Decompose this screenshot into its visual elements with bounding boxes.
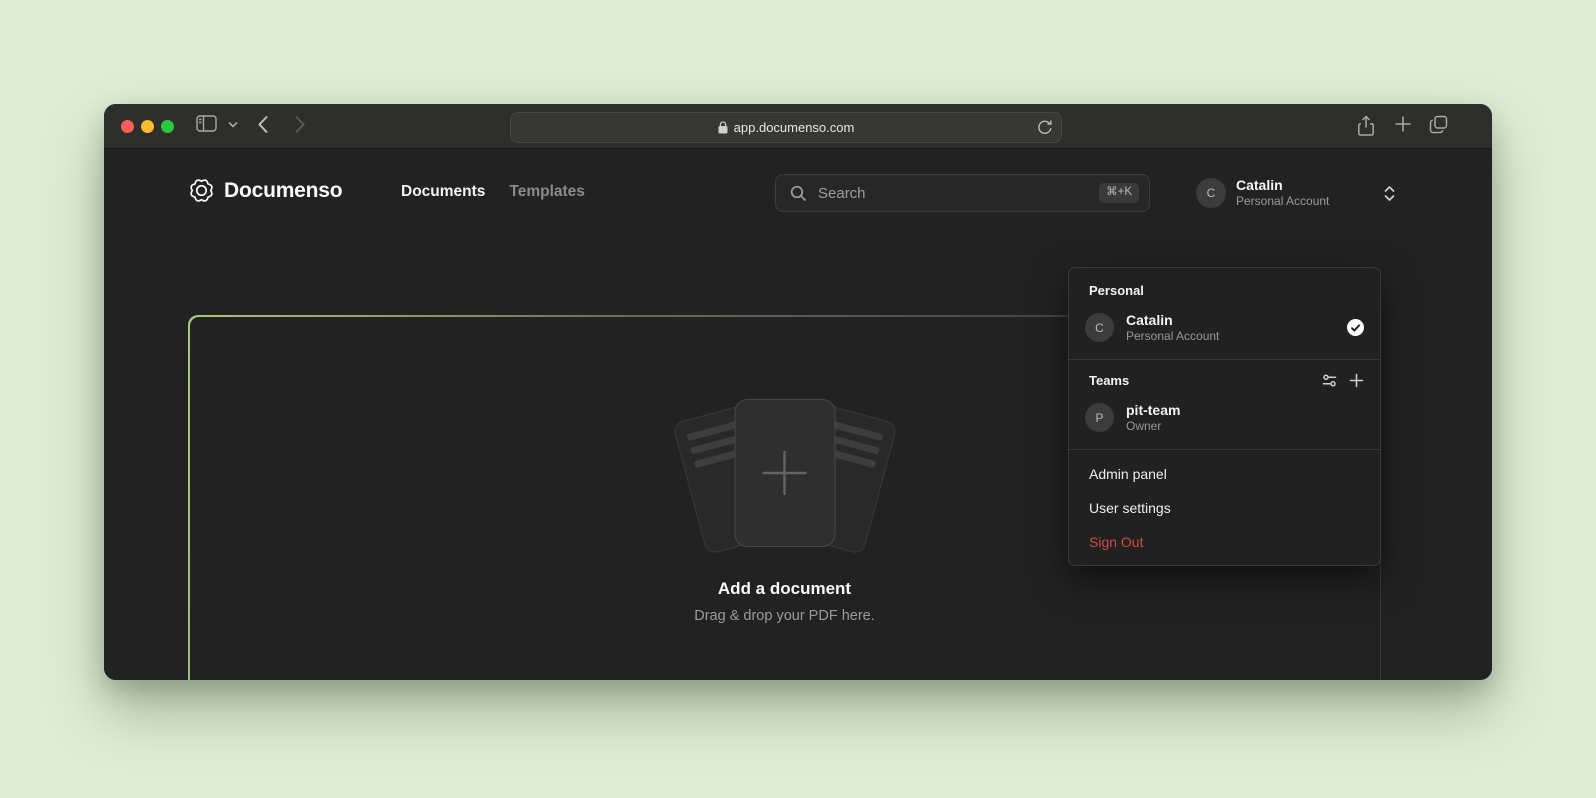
main-nav: Documents Templates — [401, 183, 585, 201]
personal-account-name: Catalin — [1126, 311, 1219, 329]
team-item[interactable]: P pit-team Owner — [1069, 394, 1380, 442]
add-document-icon — [734, 399, 835, 547]
dropzone-title: Add a document — [718, 579, 851, 599]
personal-account-subtitle: Personal Account — [1126, 329, 1219, 345]
minimize-window-button[interactable] — [141, 120, 154, 133]
documenso-logo-icon — [188, 177, 215, 204]
menu-item-user-settings[interactable]: User settings — [1069, 491, 1380, 525]
search-bar[interactable]: ⌘+K — [775, 174, 1150, 212]
teams-section-label: Teams — [1069, 367, 1322, 394]
team-role: Owner — [1126, 419, 1180, 435]
nav-documents[interactable]: Documents — [401, 183, 485, 201]
dropzone-subtitle: Drag & drop your PDF here. — [694, 608, 875, 624]
url-text: app.documenso.com — [734, 120, 855, 135]
account-dropdown-menu: Personal C Catalin Personal Account — [1068, 267, 1381, 566]
chevrons-up-down-icon — [1383, 185, 1396, 202]
tab-overview-icon[interactable] — [1429, 115, 1448, 134]
search-shortcut-badge: ⌘+K — [1099, 183, 1139, 203]
new-tab-icon[interactable] — [1394, 115, 1412, 133]
team-name: pit-team — [1126, 401, 1180, 419]
teams-section-header: Teams — [1069, 367, 1380, 394]
brand[interactable]: Documenso — [188, 177, 342, 204]
team-settings-icon[interactable] — [1322, 373, 1337, 388]
brand-name: Documenso — [224, 179, 342, 203]
lock-icon — [718, 121, 728, 134]
avatar: P — [1085, 403, 1114, 432]
menu-separator — [1069, 449, 1380, 450]
account-name: Catalin — [1236, 177, 1329, 195]
app-content: Documenso Documents Templates ⌘+K C Cata… — [104, 149, 1492, 680]
share-icon[interactable] — [1358, 115, 1374, 136]
avatar: C — [1196, 178, 1226, 208]
reload-icon[interactable] — [1037, 119, 1052, 135]
menu-item-sign-out[interactable]: Sign Out — [1069, 525, 1380, 559]
desktop-background: app.documenso.com — [0, 0, 1596, 798]
close-window-button[interactable] — [121, 120, 134, 133]
nav-templates[interactable]: Templates — [509, 183, 585, 201]
search-icon — [790, 185, 807, 202]
personal-section-label: Personal — [1069, 277, 1380, 304]
address-bar[interactable]: app.documenso.com — [510, 112, 1062, 143]
account-subtitle: Personal Account — [1236, 194, 1329, 209]
menu-item-admin-panel[interactable]: Admin panel — [1069, 457, 1380, 491]
account-menu-button[interactable]: C Catalin Personal Account — [1196, 174, 1396, 212]
search-input[interactable] — [816, 184, 1090, 203]
document-stack-illustration — [660, 399, 910, 551]
chevron-down-icon[interactable] — [228, 121, 238, 128]
back-icon[interactable] — [258, 115, 269, 134]
forward-icon[interactable] — [294, 115, 305, 134]
add-team-icon[interactable] — [1349, 373, 1364, 388]
browser-window: app.documenso.com — [104, 104, 1492, 680]
check-icon — [1347, 319, 1364, 336]
avatar: C — [1085, 313, 1114, 342]
personal-account-item[interactable]: C Catalin Personal Account — [1069, 304, 1380, 352]
menu-separator — [1069, 359, 1380, 360]
browser-toolbar: app.documenso.com — [104, 104, 1492, 149]
zoom-window-button[interactable] — [161, 120, 174, 133]
sidebar-icon[interactable] — [196, 115, 217, 132]
